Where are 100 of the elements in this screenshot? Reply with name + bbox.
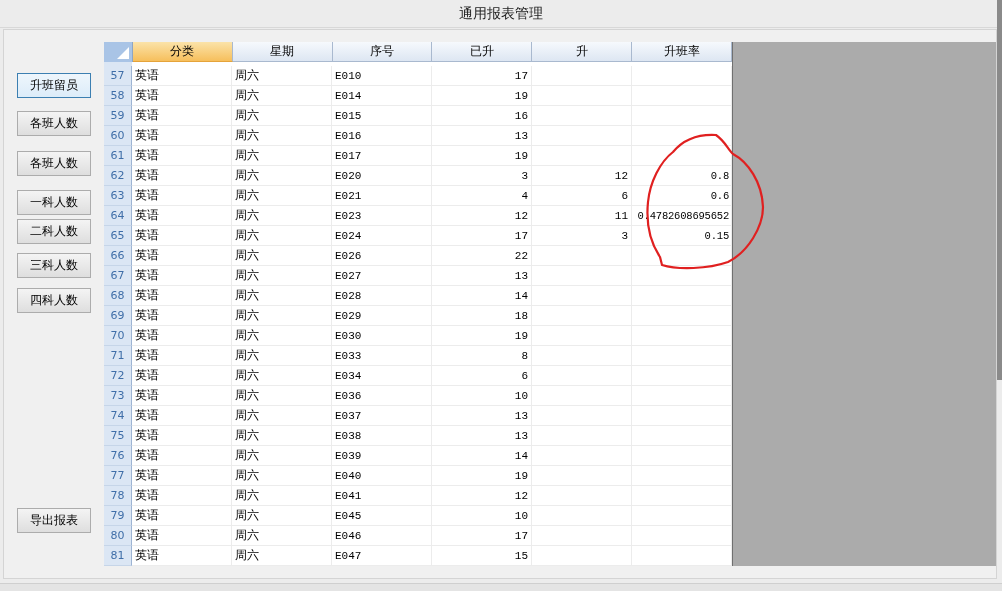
row-number: 73 [104,386,132,406]
table-cell: 周六 [232,166,332,186]
column-header[interactable]: 星期 [232,42,333,62]
table-cell: E029 [332,306,432,326]
table-cell: 19 [432,146,532,166]
table-cell: E041 [332,486,432,506]
table-cell: 英语 [132,186,232,206]
table-cell: E027 [332,266,432,286]
table-cell: 周六 [232,526,332,546]
table-cell: 周六 [232,66,332,86]
table-cell: 英语 [132,486,232,506]
report-button[interactable]: 一科人数 [17,190,91,215]
table-cell: 8 [432,346,532,366]
table-cell: E024 [332,226,432,246]
table-cell: 周六 [232,366,332,386]
table-cell: E033 [332,346,432,366]
table-cell: E045 [332,506,432,526]
table-cell: E030 [332,326,432,346]
table-cell: 14 [432,446,532,466]
row-number: 69 [104,306,132,326]
table-cell: 英语 [132,306,232,326]
table-cell: E037 [332,406,432,426]
table-cell: 周六 [232,86,332,106]
column-header[interactable]: 升班率 [632,42,732,62]
table-cell: E034 [332,366,432,386]
column-header[interactable]: 升 [532,42,633,62]
row-number: 59 [104,106,132,126]
table-cell: 周六 [232,446,332,466]
table-cell: 英语 [132,346,232,366]
row-number: 66 [104,246,132,266]
report-button[interactable]: 导出报表 [17,508,91,533]
table-cell: 10 [432,506,532,526]
table-cell: E039 [332,446,432,466]
table-cell: E026 [332,246,432,266]
row-number: 81 [104,546,132,566]
table-cell: 英语 [132,86,232,106]
table-cell: 英语 [132,506,232,526]
triangle-icon [116,47,129,59]
table-cell: 19 [432,466,532,486]
table-cell: 17 [432,526,532,546]
table-cell: 周六 [232,386,332,406]
table-cell: 周六 [232,266,332,286]
table-cell: 17 [432,226,532,246]
column-header[interactable]: 分类 [132,42,233,62]
report-button[interactable]: 各班人数 [17,151,91,176]
table-cell: 周六 [232,146,332,166]
table-cell: 周六 [232,326,332,346]
row-number: 65 [104,226,132,246]
table-cell: 3 [532,226,632,246]
table-cell: 15 [432,546,532,566]
row-number: 58 [104,86,132,106]
report-button[interactable]: 升班留员 [17,73,91,98]
table-cell: E046 [332,526,432,546]
table-cell: 英语 [132,206,232,226]
table-cell: 14 [432,286,532,306]
report-button[interactable]: 四科人数 [17,288,91,313]
row-number: 68 [104,286,132,306]
table-cell: 英语 [132,146,232,166]
window-title: 通用报表管理 [459,4,543,23]
table-cell: E015 [332,106,432,126]
table-cell: 4 [432,186,532,206]
table-cell: 12 [432,206,532,226]
scrollbar-thumb[interactable] [997,0,1002,380]
table-cell: 英语 [132,106,232,126]
table-cell: 周六 [232,426,332,446]
table-cell: 英语 [132,246,232,266]
column-header[interactable]: 序号 [332,42,433,62]
table-cell: 19 [432,86,532,106]
row-number: 67 [104,266,132,286]
table-cell: 周六 [232,186,332,206]
table-cell: 13 [432,406,532,426]
table-cell: E017 [332,146,432,166]
table-cell: 英语 [132,166,232,186]
table-cell: 英语 [132,466,232,486]
table-cell: E014 [332,86,432,106]
table-cell: 英语 [132,546,232,566]
table-cell: 周六 [232,126,332,146]
table-cell: 12 [432,486,532,506]
row-number: 71 [104,346,132,366]
row-number: 70 [104,326,132,346]
report-button[interactable]: 三科人数 [17,253,91,278]
table-cell: E010 [332,66,432,86]
select-all-corner[interactable] [104,42,133,62]
table-cell: 英语 [132,366,232,386]
table-cell: 周六 [232,406,332,426]
table-cell: 英语 [132,406,232,426]
table-cell: 英语 [132,226,232,246]
table-cell: 英语 [132,266,232,286]
table-cell: 13 [432,266,532,286]
report-button[interactable]: 各班人数 [17,111,91,136]
table-cell: 周六 [232,206,332,226]
table-cell: 13 [432,126,532,146]
report-button[interactable]: 二科人数 [17,219,91,244]
table-cell: 周六 [232,286,332,306]
table-cell: 17 [432,66,532,86]
column-header[interactable]: 已升 [432,42,533,62]
table-cell: 周六 [232,246,332,266]
table-cell: 英语 [132,66,232,86]
table-cell: 英语 [132,426,232,446]
row-number: 57 [104,66,132,86]
